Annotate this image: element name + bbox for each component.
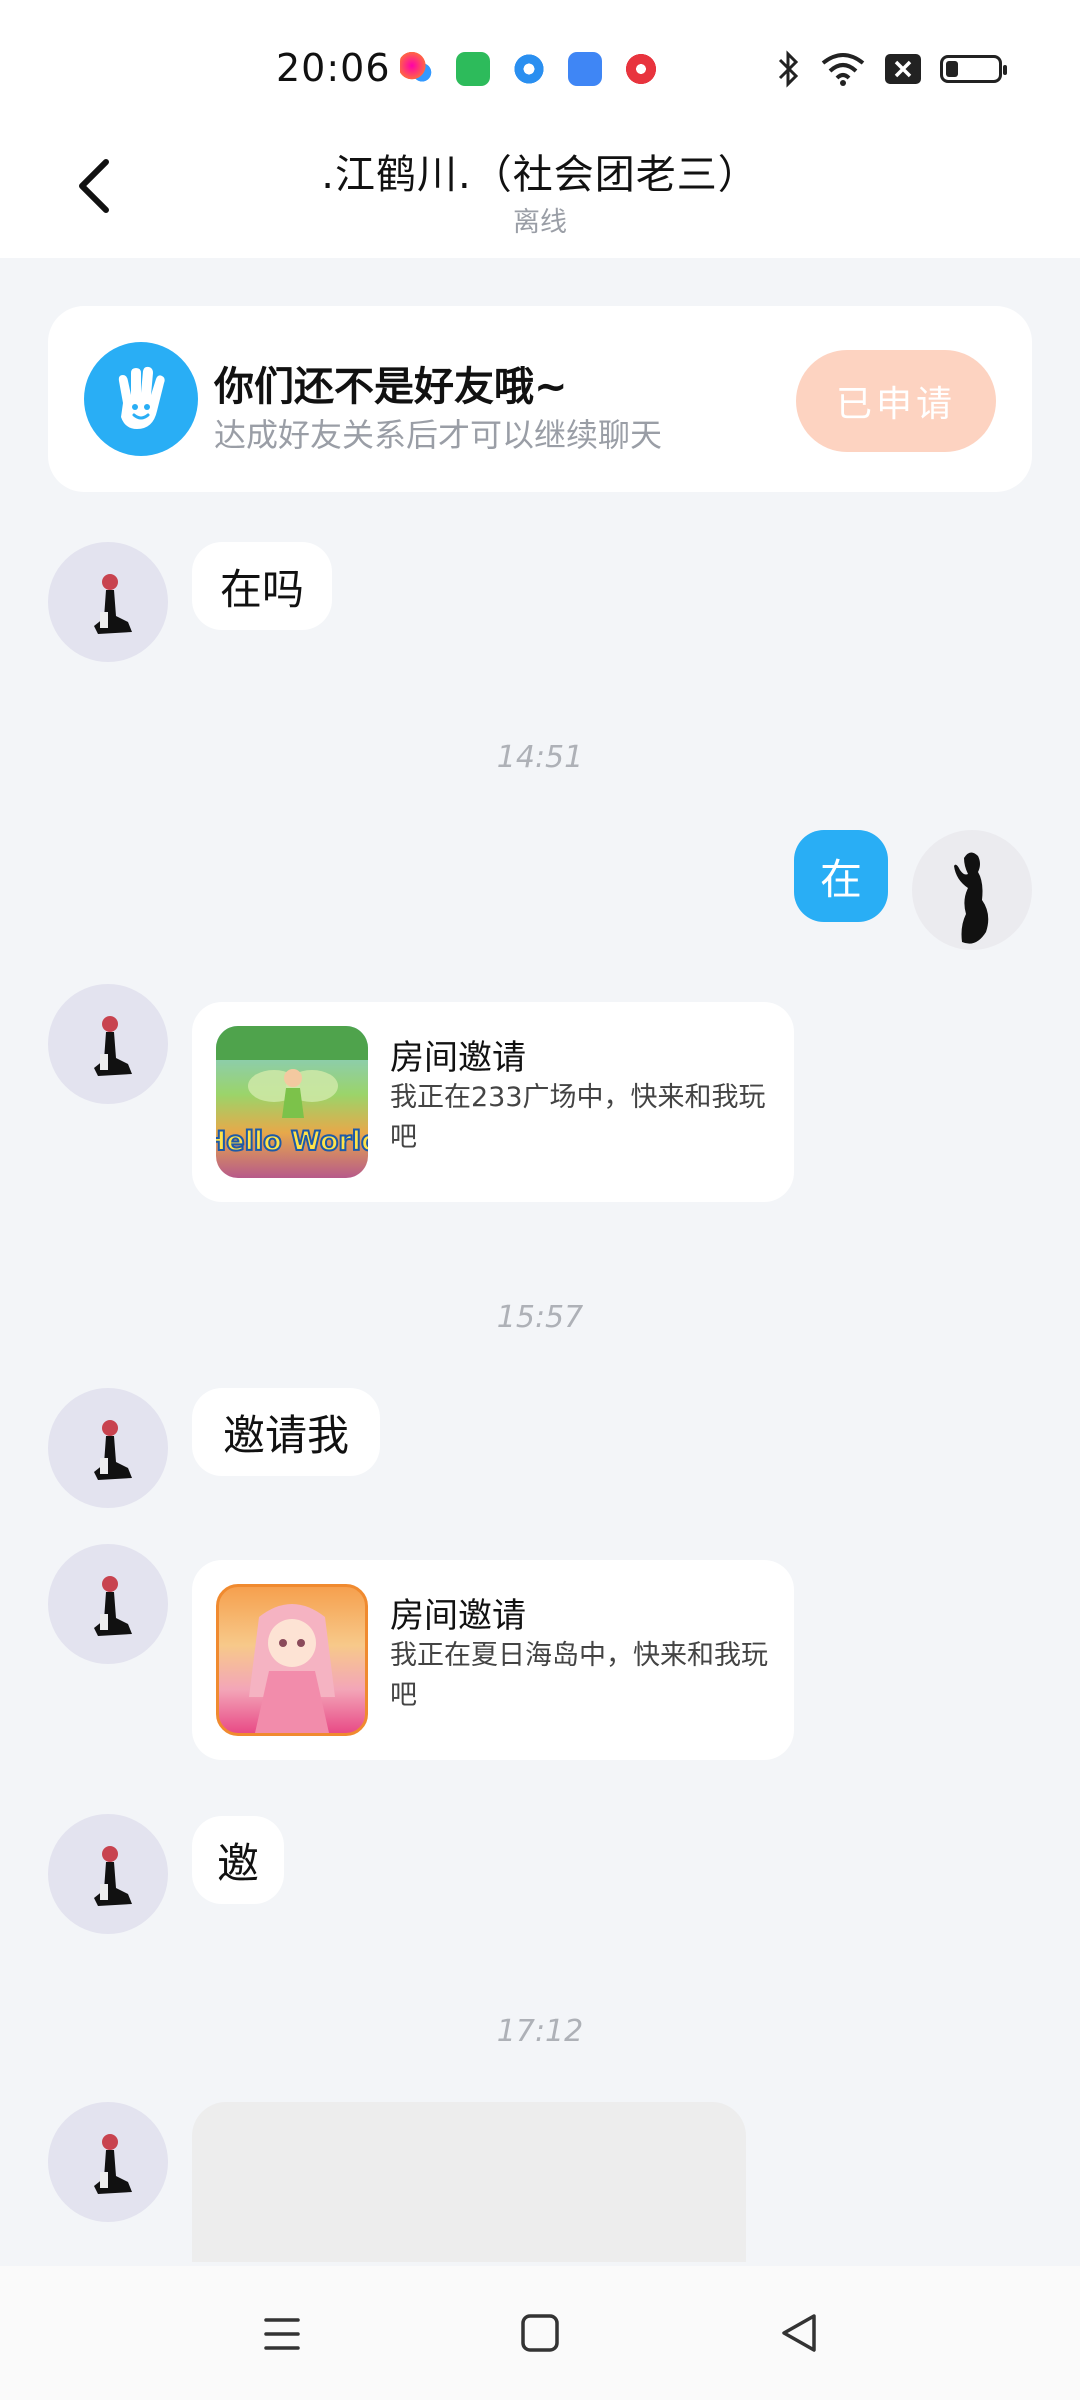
game-thumbnail (216, 1584, 368, 1736)
room-invite-card[interactable]: 房间邀请 我正在夏日海岛中，快来和我玩吧 (192, 1560, 794, 1760)
timestamp: 14:51 (496, 740, 584, 775)
system-navigation-bar (0, 2266, 1080, 2400)
header-bar: 20:06 .江鹤川.（社会团老三） 离线 (0, 0, 1080, 258)
avatar[interactable] (48, 1388, 168, 1508)
chat-bubble[interactable]: 邀请我 (192, 1388, 380, 1476)
green-bag-app-icon (456, 52, 490, 86)
wave-hand-icon (84, 342, 198, 456)
wifi-icon (821, 53, 865, 86)
back-triangle-icon[interactable] (770, 2306, 830, 2362)
invite-title: 房间邀请 (390, 1596, 526, 1636)
game-thumbnail-text: Hello World (216, 1126, 368, 1157)
chat-title: .江鹤川.（社会团老三） (321, 152, 759, 198)
chat-bubble[interactable]: 在吗 (192, 542, 332, 630)
timestamp: 15:57 (496, 1300, 584, 1335)
home-square-icon[interactable] (510, 2306, 570, 2362)
avatar[interactable] (48, 2102, 168, 2222)
invite-description: 我正在233广场中，快来和我玩吧 (390, 1082, 766, 1153)
flower-app-icon (400, 52, 434, 86)
avatar[interactable] (48, 1814, 168, 1934)
sim-off-icon (885, 54, 921, 84)
my-chat-bubble[interactable]: 在 (794, 830, 888, 922)
notification-icons (400, 52, 658, 86)
room-invite-card[interactable]: Hello World 房间邀请 我正在233广场中，快来和我玩吧 (192, 1002, 794, 1202)
invite-description: 我正在夏日海岛中，快来和我玩吧 (390, 1640, 768, 1711)
menu-icon[interactable] (252, 2306, 312, 2362)
blue-ring-app-icon (512, 52, 546, 86)
friend-notice-title: 你们还不是好友哦~ (214, 364, 568, 410)
battery-icon (940, 55, 1007, 83)
avatar[interactable] (48, 984, 168, 1104)
timestamp: 17:12 (496, 2014, 584, 2049)
red-play-app-icon (624, 52, 658, 86)
my-avatar[interactable] (912, 830, 1032, 950)
invite-title: 房间邀请 (390, 1038, 526, 1078)
friend-notice-card: 你们还不是好友哦~ 达成好友关系后才可以继续聊天 已申请 (48, 306, 1032, 492)
avatar[interactable] (48, 542, 168, 662)
chat-bubble[interactable]: 邀 (192, 1816, 284, 1904)
online-status: 离线 (513, 207, 567, 238)
bluetooth-icon (778, 50, 799, 88)
friend-notice-subtitle: 达成好友关系后才可以继续聊天 (214, 416, 663, 454)
applied-button[interactable]: 已申请 (796, 350, 996, 452)
avatar[interactable] (48, 1544, 168, 1664)
loading-message-card[interactable] (192, 2102, 746, 2262)
status-time: 20:06 (276, 46, 391, 90)
system-icons (776, 50, 1007, 88)
cloud-app-icon (568, 52, 602, 86)
game-thumbnail: Hello World (216, 1026, 368, 1178)
